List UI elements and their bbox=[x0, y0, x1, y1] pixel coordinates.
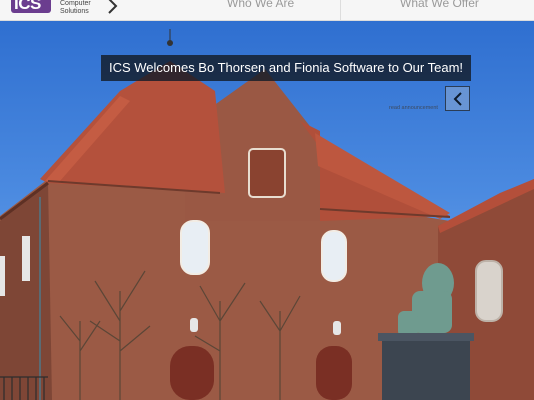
site-header: ICS Computer Solutions Who We Are What W… bbox=[0, 0, 534, 21]
chevron-left-icon bbox=[453, 92, 462, 106]
nav-divider bbox=[340, 0, 341, 20]
logo-letters: ICS bbox=[14, 0, 41, 13]
announcement-banner[interactable]: ICS Welcomes Bo Thorsen and Fionia Softw… bbox=[101, 55, 471, 81]
page: ICS Computer Solutions Who We Are What W… bbox=[0, 0, 534, 400]
read-announcement-link[interactable]: read announcement bbox=[389, 105, 438, 111]
logo-line-1: Computer bbox=[60, 0, 91, 7]
nav-what-we-offer[interactable]: What We Offer bbox=[400, 0, 479, 10]
slider-prev-button[interactable] bbox=[445, 86, 470, 111]
hero-slider: ICS Welcomes Bo Thorsen and Fionia Softw… bbox=[0, 21, 534, 400]
logo-line-2: Solutions bbox=[60, 7, 89, 15]
logo-tagline: Computer Solutions bbox=[60, 0, 91, 15]
chevron-right-icon[interactable] bbox=[106, 0, 120, 15]
nav-who-we-are[interactable]: Who We Are bbox=[227, 0, 294, 10]
